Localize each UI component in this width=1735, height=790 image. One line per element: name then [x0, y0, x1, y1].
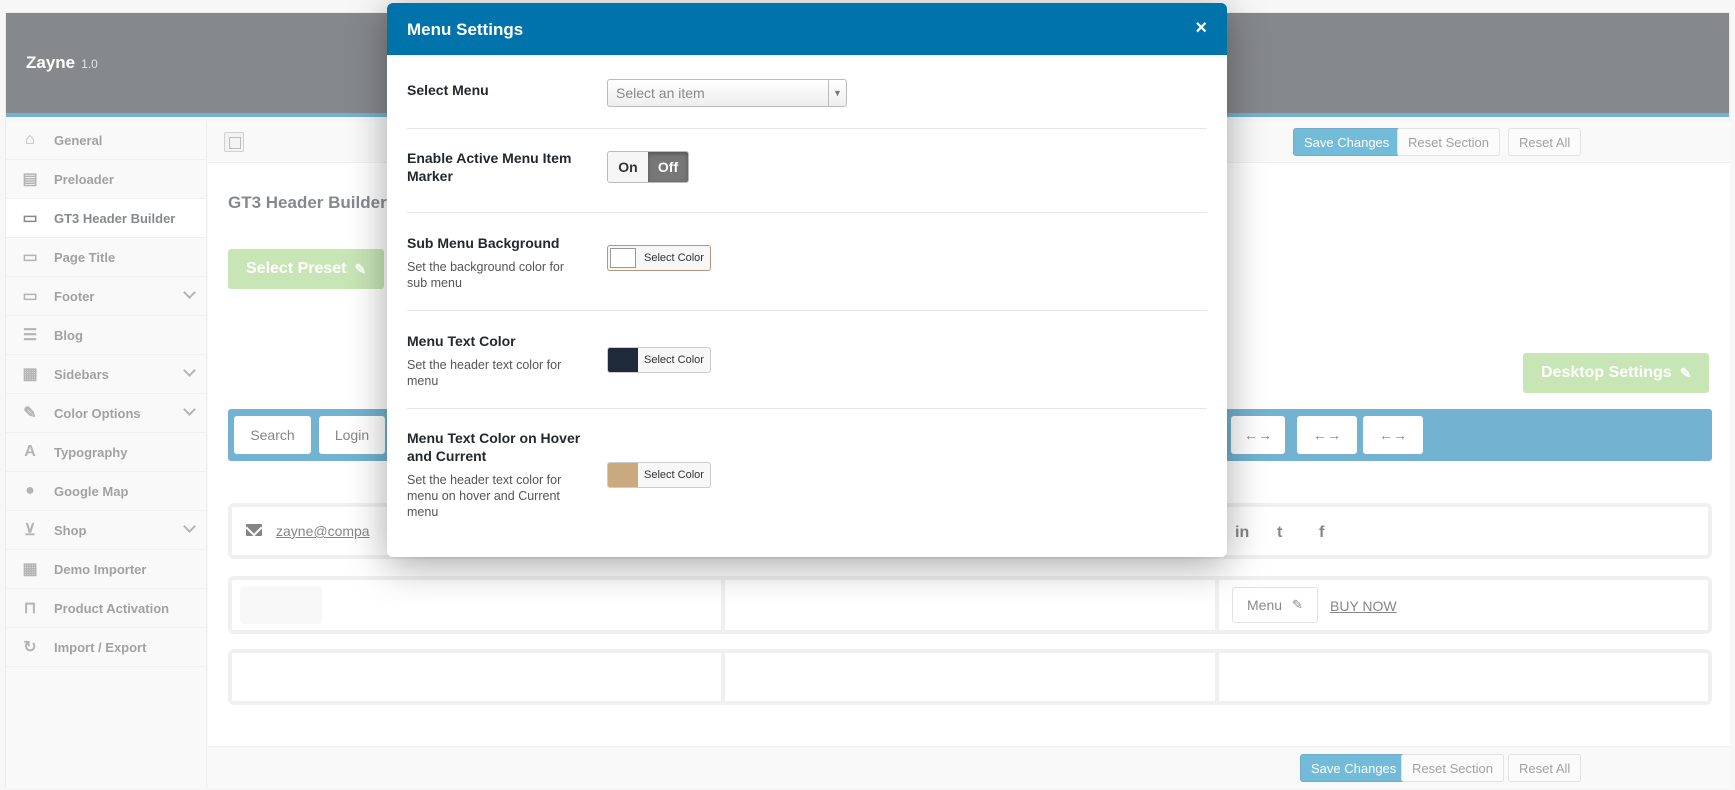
sub-menu-bg-color-picker[interactable]: Select Color: [607, 245, 711, 271]
select-menu-label: Select Menu: [407, 82, 489, 98]
sub-menu-bg-label: Sub Menu Background: [407, 235, 560, 251]
select-color-label: Select Color: [644, 354, 704, 366]
select-color-label: Select Color: [644, 252, 704, 264]
sub-menu-bg-desc: Set the background color for sub menu: [407, 260, 565, 290]
select-color-label: Select Color: [644, 469, 704, 481]
hover-color-row: Menu Text Color on Hover and Current Set…: [407, 409, 1207, 529]
hover-color-picker[interactable]: Select Color: [607, 462, 711, 488]
chevron-down-icon: ▼: [828, 80, 846, 106]
close-icon[interactable]: ×: [1195, 17, 1207, 40]
active-marker-toggle[interactable]: On Off: [607, 151, 689, 183]
sub-menu-bg-row: Sub Menu Background Set the background c…: [407, 213, 1207, 311]
active-marker-label: Enable Active Menu Item Marker: [407, 150, 572, 184]
select-menu-row: Select Menu Select an item ▼: [407, 55, 1207, 129]
menu-text-color-desc: Set the header text color for menu: [407, 358, 562, 388]
select-menu-dropdown[interactable]: Select an item ▼: [607, 79, 847, 107]
menu-text-color-label: Menu Text Color: [407, 333, 516, 349]
color-swatch: [608, 348, 638, 372]
menu-text-color-row: Menu Text Color Set the header text colo…: [407, 311, 1207, 409]
menu-text-color-picker[interactable]: Select Color: [607, 347, 711, 373]
active-marker-row: Enable Active Menu Item Marker On Off: [407, 129, 1207, 213]
modal-title: Menu Settings: [407, 20, 524, 39]
color-swatch: [610, 248, 636, 268]
hover-color-desc: Set the header text color for menu on ho…: [407, 473, 562, 519]
color-swatch: [608, 463, 638, 487]
select-menu-placeholder: Select an item: [616, 85, 705, 101]
toggle-on-option[interactable]: On: [608, 152, 648, 182]
menu-settings-modal: Menu Settings × Select Menu Select an it…: [387, 3, 1227, 557]
toggle-off-option[interactable]: Off: [648, 152, 688, 182]
modal-header: Menu Settings ×: [387, 3, 1227, 55]
hover-color-label: Menu Text Color on Hover and Current: [407, 430, 581, 464]
